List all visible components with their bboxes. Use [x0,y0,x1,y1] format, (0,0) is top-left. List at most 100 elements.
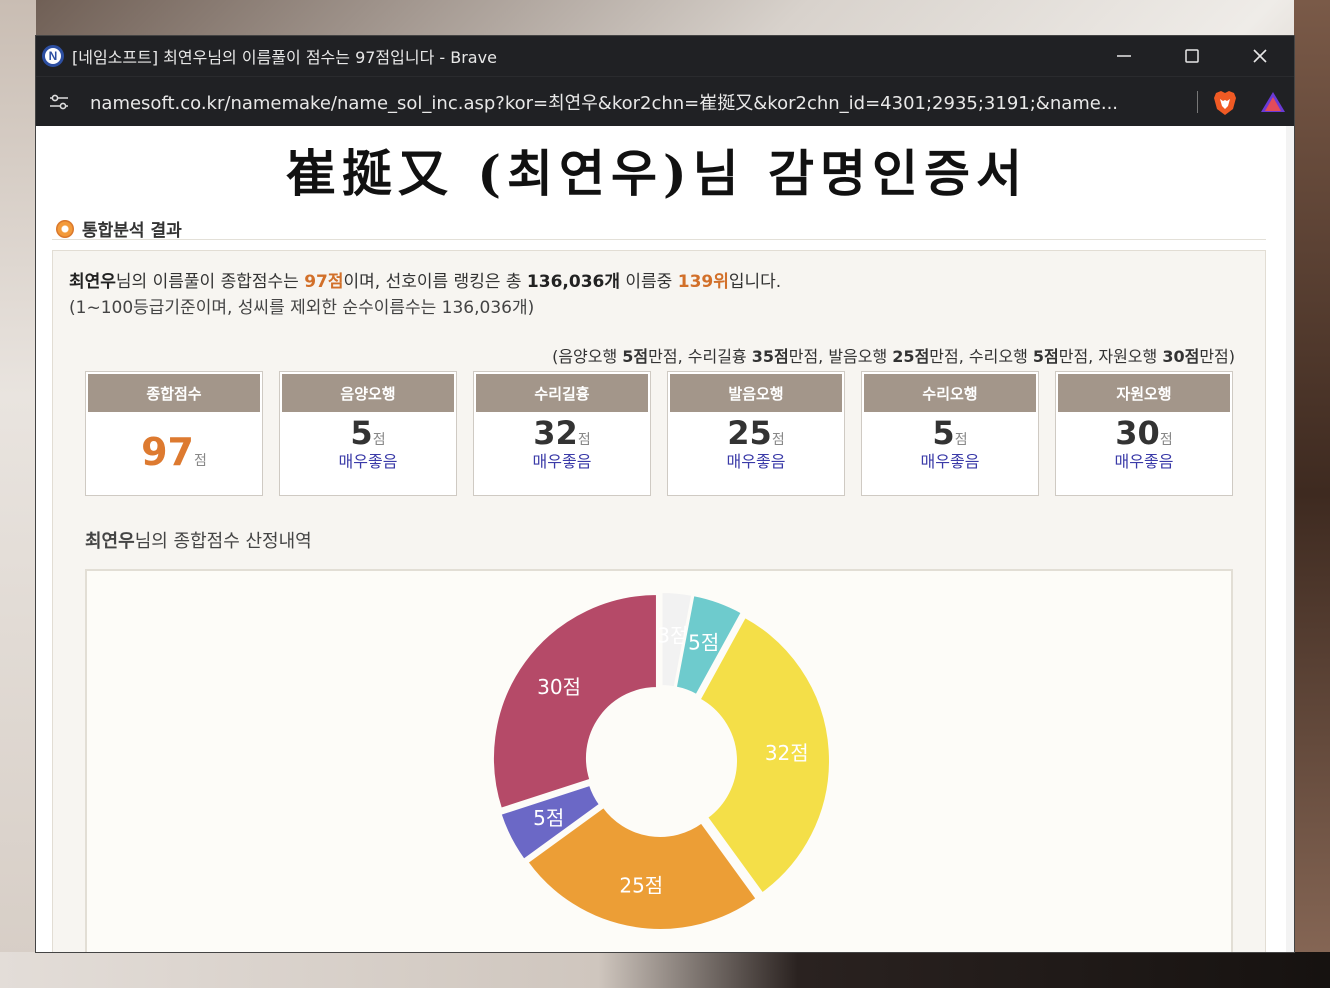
note-part: 만점, 자원오행 [1058,347,1163,366]
score-box-value: 5점 [280,414,456,452]
score-box-jawon: 자원오행 30점 매우좋음 [1055,371,1233,496]
score-box-label: 자원오행 [1058,374,1230,412]
note-value: 25점 [892,347,930,366]
score-box-value: 30점 [1056,414,1232,452]
summary-rank: 139위 [677,272,729,292]
summary-text-3: 이름중 [620,272,678,292]
donut-slice-label: 5점 [533,806,564,830]
score-box-eumyang: 음양오행 5점 매우좋음 [279,371,457,496]
score-number: 97 [141,430,194,474]
score-box-label: 수리길흉 [476,374,648,412]
score-donut-chart: 3점 5점32점25점5점30점 [491,591,831,931]
note-part: 만점, 수리길흉 [648,347,752,366]
maximize-button[interactable] [1158,36,1226,76]
close-icon [1253,49,1267,63]
address-bar: namesoft.co.kr/namemake/name_sol_inc.asp… [36,76,1294,126]
breakdown-name: 최연우 [85,531,135,552]
score-box-value: 25점 [668,414,844,452]
score-box-total: 종합점수 97점 [85,371,263,496]
score-grade: 매우좋음 [532,452,592,471]
score-box-label: 수리오행 [864,374,1036,412]
window-title: [네임소프트] 최연우님의 이름풀이 점수는 97점입니다 - Brave [72,48,497,67]
note-value: 5점 [622,347,649,366]
breakdown-title: 최연우님의 종합점수 산정내역 [85,527,312,553]
score-box-suri-gilhyung: 수리길흉 32점 매우좋음 [473,371,651,496]
summary-name: 최연우 [69,272,116,292]
url-field[interactable]: namesoft.co.kr/namemake/name_sol_inc.asp… [90,89,1180,115]
minimize-icon [1117,55,1131,57]
score-grade: 매우좋음 [338,452,398,471]
score-box-value: 5점 [862,414,1038,452]
donut-slice [491,593,658,811]
summary-total-names: 136,036개 [526,272,620,292]
maximize-icon [1185,49,1199,63]
score-number: 32 [533,414,578,452]
minimize-button[interactable] [1090,36,1158,76]
score-chart-container: 3점 5점 32점 25점 5점 30점 [85,569,1233,952]
score-number: 25 [727,414,772,452]
score-grade: 매우좋음 [726,452,786,471]
namesoft-logo-icon: N [42,45,64,67]
close-button[interactable] [1226,36,1294,76]
title-bar[interactable]: N [네임소프트] 최연우님의 이름풀이 점수는 97점입니다 - Brave [36,36,1294,76]
score-unit: 점 [372,432,386,448]
donut-slice-label: 32점 [765,741,809,765]
score-grade: 매우좋음 [1114,452,1174,471]
summary-line-1: 최연우님의 이름풀이 종합점수는 97점이며, 선호이름 랭킹은 총 136,0… [69,267,781,292]
section-title: 통합분석 결과 [82,221,182,241]
desktop-background-right [1294,0,1330,988]
address-separator [1197,91,1198,113]
note-value: 5점 [1032,347,1059,366]
brave-rewards-button[interactable] [1260,91,1286,113]
score-box-label: 음양오행 [282,374,454,412]
brave-shields-button[interactable] [1212,89,1238,117]
max-score-note: (음양오행 5점만점, 수리길흉 35점만점, 발음오행 25점만점, 수리오행… [552,343,1235,367]
analysis-panel: 최연우님의 이름풀이 종합점수는 97점이며, 선호이름 랭킹은 총 136,0… [52,250,1266,952]
donut-slice-label: 5점 [688,630,719,654]
section-divider [52,239,1266,240]
score-unit: 점 [194,453,207,469]
score-number: 5 [932,414,955,452]
score-unit: 점 [577,432,591,448]
score-unit: 점 [954,432,968,448]
bullet-icon [56,219,74,238]
summary-line-2: (1~100등급기준이며, 성씨를 제외한 순수이름수는 136,036개) [69,298,535,318]
score-number: 30 [1115,414,1160,452]
score-box-value: 32점 [474,414,650,452]
score-box-bareum: 발음오행 25점 매우좋음 [667,371,845,496]
summary-text-4: 입니다. [728,272,782,292]
score-box-label: 종합점수 [88,374,260,412]
note-value: 35점 [751,347,789,366]
desktop-background-bottom [0,952,1330,988]
score-box-label: 발음오행 [670,374,842,412]
score-box-value: 97점 [86,430,262,474]
note-value: 30점 [1162,347,1200,366]
score-box-suri-ohaeng: 수리오행 5점 매우좋음 [861,371,1039,496]
summary-score: 97점 [304,272,344,292]
score-unit: 점 [771,432,785,448]
note-part: 만점, 수리오행 [929,347,1033,366]
breakdown-text: 님의 종합점수 산정내역 [134,531,312,552]
note-part: 만점, 발음오행 [788,347,893,366]
donut-slice-label: 30점 [537,675,581,699]
browser-window: N [네임소프트] 최연우님의 이름풀이 점수는 97점입니다 - Brave … [36,36,1294,952]
desktop-background-left [0,0,36,988]
window-controls [1090,36,1294,76]
note-part: 만점) [1199,347,1235,366]
rewards-triangle-icon [1261,92,1285,112]
score-unit: 점 [1159,432,1173,448]
donut-slice-label: 25점 [619,873,663,897]
tune-icon [50,94,68,109]
site-settings-button[interactable] [48,91,70,113]
page-scrollbar[interactable] [1286,126,1294,952]
section-heading: 통합분석 결과 [56,216,182,241]
certificate-title: 崔挻又 (최연우)님 감명인증서 [285,144,1029,203]
score-number: 5 [350,414,373,452]
summary-text-1: 님의 이름풀이 종합점수는 [115,272,305,292]
page-content: 崔挻又 (최연우)님 감명인증서 통합분석 결과 최연우님의 이름풀이 종합점수… [36,126,1294,952]
note-part: 음양오행 [558,347,623,366]
score-grade: 매우좋음 [920,452,980,471]
summary-text-2: 이며, 선호이름 랭킹은 총 [343,272,527,292]
brave-lion-icon [1214,91,1236,115]
score-boxes: 종합점수 97점 음양오행 5점 매우좋음 수리길흉 32점 매우좋음 발음오행… [85,371,1233,496]
